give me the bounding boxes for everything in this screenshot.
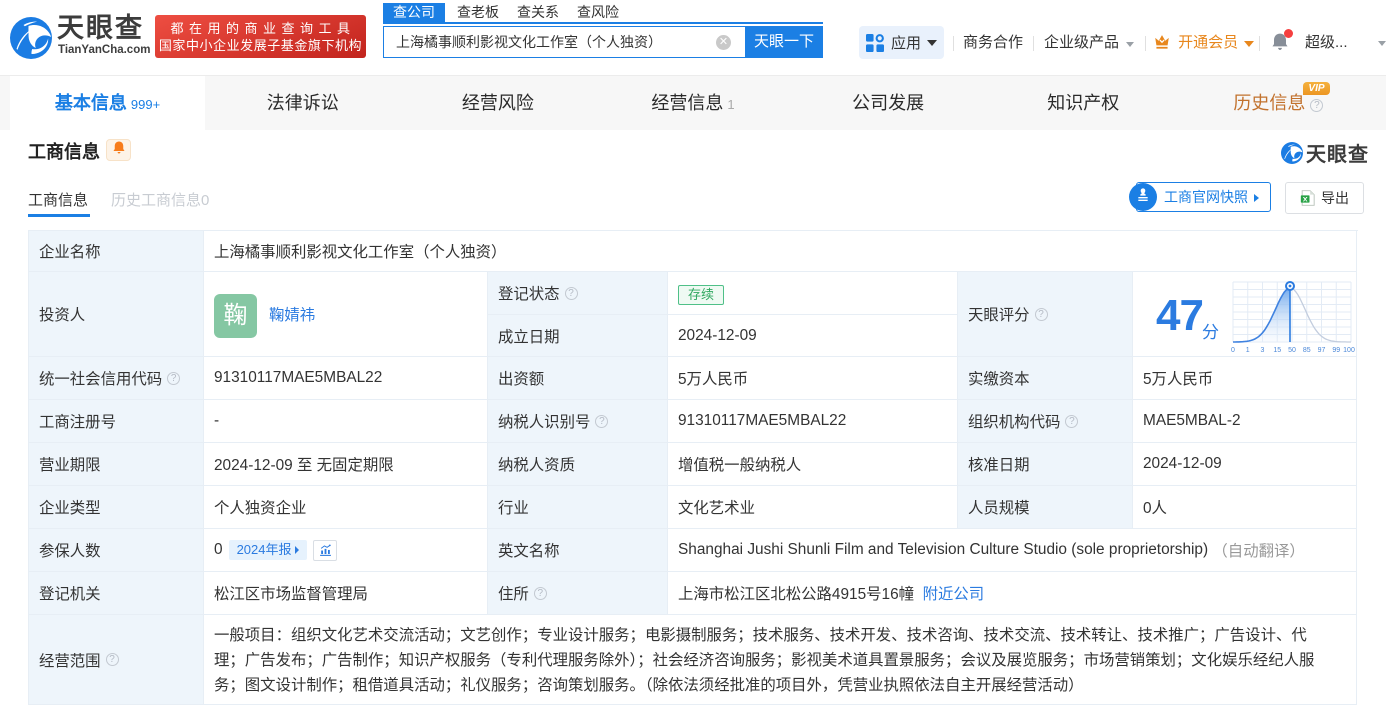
svg-text:100: 100 <box>1343 347 1355 354</box>
svg-text:0: 0 <box>1231 347 1235 354</box>
svg-text:3: 3 <box>1261 347 1265 354</box>
svg-text:1: 1 <box>1246 347 1250 354</box>
svg-text:97: 97 <box>1318 347 1326 354</box>
svg-text:15: 15 <box>1273 347 1281 354</box>
svg-text:99: 99 <box>1332 347 1340 354</box>
svg-text:50: 50 <box>1288 347 1296 354</box>
svg-text:85: 85 <box>1303 347 1311 354</box>
